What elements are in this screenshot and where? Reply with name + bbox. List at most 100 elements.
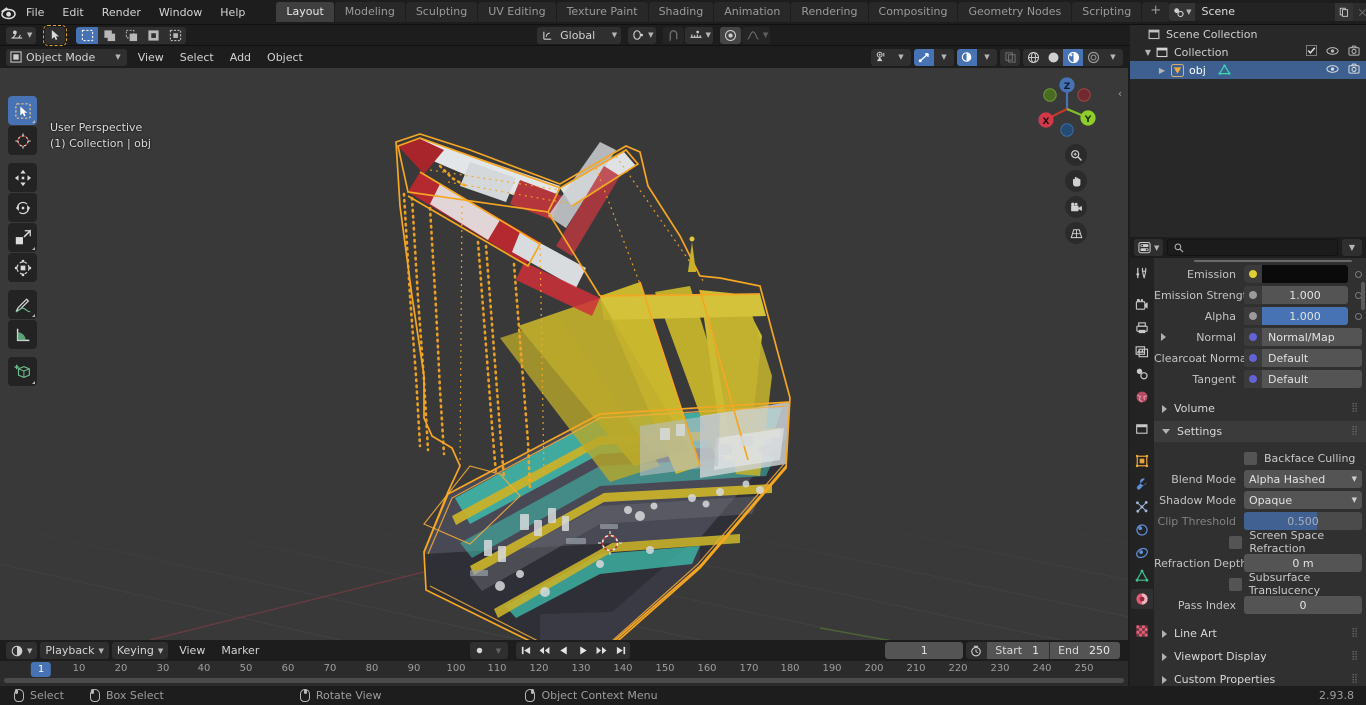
node-socket-icon[interactable]	[1244, 286, 1262, 304]
tab-scene-icon[interactable]	[1131, 364, 1153, 384]
new-scene-button[interactable]	[1335, 3, 1354, 21]
pass-index-field[interactable]: 0	[1244, 596, 1362, 614]
menu-edit[interactable]: Edit	[53, 3, 92, 22]
menu-render[interactable]: Render	[93, 3, 150, 22]
refraction-depth-field[interactable]: 0 m	[1244, 554, 1362, 572]
tool-cursor-icon[interactable]	[8, 126, 37, 155]
outliner-row-collection[interactable]: ▼ Collection	[1130, 43, 1366, 61]
disclosure-triangle-icon[interactable]: ▶	[1156, 66, 1168, 75]
tab-object-icon[interactable]	[1131, 451, 1153, 471]
tool-transform-icon[interactable]	[8, 253, 37, 282]
properties-options-dropdown[interactable]: ▼	[1342, 239, 1362, 256]
tab-output-icon[interactable]	[1131, 318, 1153, 338]
setting-subsurface-translucency[interactable]: Subsurface Translucency	[1154, 571, 1362, 597]
tab-view-layer-icon[interactable]	[1131, 341, 1153, 361]
workspace-tab-uv-editing[interactable]: UV Editing	[478, 2, 556, 22]
3d-viewport[interactable]: Object Mode ▼ View Select Add Object ▼ ▼…	[0, 46, 1128, 640]
tab-object-data-icon[interactable]	[1131, 566, 1153, 586]
tab-material-icon[interactable]	[1131, 589, 1153, 609]
workspace-tab-compositing[interactable]: Compositing	[868, 2, 958, 22]
snap-settings-popover[interactable]: ▼	[684, 26, 713, 44]
panel-line-art[interactable]: Line Art ⣿	[1154, 623, 1366, 644]
gizmo-dropdown-icon[interactable]: ▼	[934, 49, 954, 66]
select-extend-icon[interactable]	[98, 27, 120, 44]
field-emission[interactable]: Emission	[1154, 264, 1362, 284]
pivot-point-selector[interactable]: ▼	[628, 26, 656, 44]
scene-selector[interactable]: ▼ Scene	[1169, 3, 1366, 21]
animate-property-icon[interactable]	[1355, 312, 1362, 320]
mesh-data-icon[interactable]	[1218, 64, 1231, 76]
workspace-tab-layout[interactable]: Layout	[276, 2, 334, 22]
setting-backface-culling[interactable]: Backface Culling	[1154, 448, 1362, 468]
scene-icon[interactable]: ▼	[1169, 3, 1196, 21]
tool-measure-icon[interactable]	[8, 320, 37, 349]
blender-logo-icon[interactable]	[0, 0, 17, 25]
solid-shading-icon[interactable]	[1043, 49, 1063, 66]
collection-checkbox[interactable]	[1306, 45, 1317, 59]
end-frame-field[interactable]: End 250	[1050, 642, 1120, 659]
proportional-falloff-selector[interactable]: ▼	[741, 26, 771, 44]
panel-settings[interactable]: Settings ⣿	[1154, 421, 1366, 442]
setting-screen-space-refraction[interactable]: Screen Space Refraction	[1154, 529, 1362, 555]
screen-space-refraction-checkbox[interactable]	[1229, 535, 1243, 549]
workspace-tab-shading[interactable]: Shading	[648, 2, 714, 22]
panel-viewport-display[interactable]: Viewport Display ⣿	[1154, 646, 1366, 667]
tool-tweak-select-icon[interactable]	[8, 96, 37, 125]
node-socket-icon[interactable]	[1244, 307, 1262, 325]
tab-constraints-icon[interactable]	[1131, 543, 1153, 563]
tab-tool-icon[interactable]	[1131, 263, 1153, 283]
panel-volume[interactable]: Volume ⣿	[1154, 398, 1366, 419]
add-workspace-button[interactable]: +	[1142, 2, 1170, 22]
viewport-menu-view[interactable]: View	[130, 49, 172, 66]
playback-popover[interactable]: Playback ▼	[40, 642, 109, 659]
workspace-tab-scripting[interactable]: Scripting	[1072, 2, 1142, 22]
alpha-field[interactable]: 1.000	[1244, 307, 1348, 325]
active-tool-cursor-icon[interactable]	[43, 24, 68, 46]
timeline-scrollbar[interactable]	[0, 677, 1128, 684]
tool-add-cube-icon[interactable]	[8, 357, 37, 386]
camera-view-icon[interactable]	[1065, 196, 1087, 218]
zoom-view-icon[interactable]	[1065, 144, 1087, 166]
properties-search-input[interactable]	[1167, 239, 1338, 256]
subsurface-translucency-checkbox[interactable]	[1228, 577, 1242, 591]
disable-in-renders-icon[interactable]	[1348, 63, 1360, 77]
emission-color-swatch[interactable]	[1244, 265, 1348, 283]
pan-view-icon[interactable]	[1065, 170, 1087, 192]
tool-scale-icon[interactable]	[8, 223, 37, 252]
timeline-menu-marker[interactable]: Marker	[213, 642, 267, 659]
panel-grip-icon[interactable]: ⣿	[1351, 652, 1359, 661]
panel-grip-icon[interactable]: ⣿	[1351, 427, 1359, 436]
normal-disclosure-icon[interactable]	[1154, 333, 1168, 341]
keying-popover[interactable]: Keying ▼	[111, 642, 169, 659]
navigation-gizmo[interactable]: Z X Y	[1030, 72, 1104, 146]
normal-link-field[interactable]: Normal/Map	[1244, 328, 1362, 346]
hide-in-viewport-icon[interactable]	[1326, 64, 1339, 77]
object-types-visibility-icon[interactable]	[871, 49, 891, 66]
tool-move-icon[interactable]	[8, 163, 37, 192]
properties-editor[interactable]: ▼ ▼ Emission Emission Strengt 1.000 Alph…	[1130, 237, 1366, 686]
next-keyframe-icon[interactable]	[592, 642, 611, 659]
show-gizmo-icon[interactable]	[914, 48, 934, 66]
transform-orientation-selector[interactable]: Global ▼	[537, 26, 622, 44]
node-socket-icon[interactable]	[1244, 328, 1262, 346]
panel-disclosure-icon[interactable]	[1162, 629, 1167, 638]
scene-name-field[interactable]: Scene	[1195, 3, 1336, 21]
field-tangent[interactable]: Tangent Default	[1154, 369, 1362, 389]
animate-property-icon[interactable]	[1355, 270, 1362, 278]
panel-custom-properties[interactable]: Custom Properties ⣿	[1154, 669, 1366, 686]
sidebar-collapse-arrow-icon[interactable]: ‹	[1115, 80, 1125, 106]
setting-shadow-mode[interactable]: Shadow Mode Opaque ▼	[1154, 490, 1362, 510]
auto-keyframe-dropdown-icon[interactable]: ▼	[489, 642, 508, 659]
tangent-link-field[interactable]: Default	[1244, 370, 1362, 388]
disable-in-renders-icon[interactable]	[1348, 45, 1360, 59]
previous-keyframe-icon[interactable]	[535, 642, 554, 659]
panel-grip-icon[interactable]: ⣿	[1351, 629, 1359, 638]
jump-to-start-icon[interactable]	[516, 642, 535, 659]
play-reverse-icon[interactable]	[554, 642, 573, 659]
tab-collection-icon[interactable]	[1131, 419, 1153, 439]
panel-disclosure-icon[interactable]	[1162, 429, 1170, 434]
select-set-icon[interactable]	[76, 26, 99, 44]
tab-particles-icon[interactable]	[1131, 497, 1153, 517]
clip-threshold-slider[interactable]: 0.500	[1244, 512, 1362, 530]
toggle-orthographic-icon[interactable]	[1065, 222, 1087, 244]
